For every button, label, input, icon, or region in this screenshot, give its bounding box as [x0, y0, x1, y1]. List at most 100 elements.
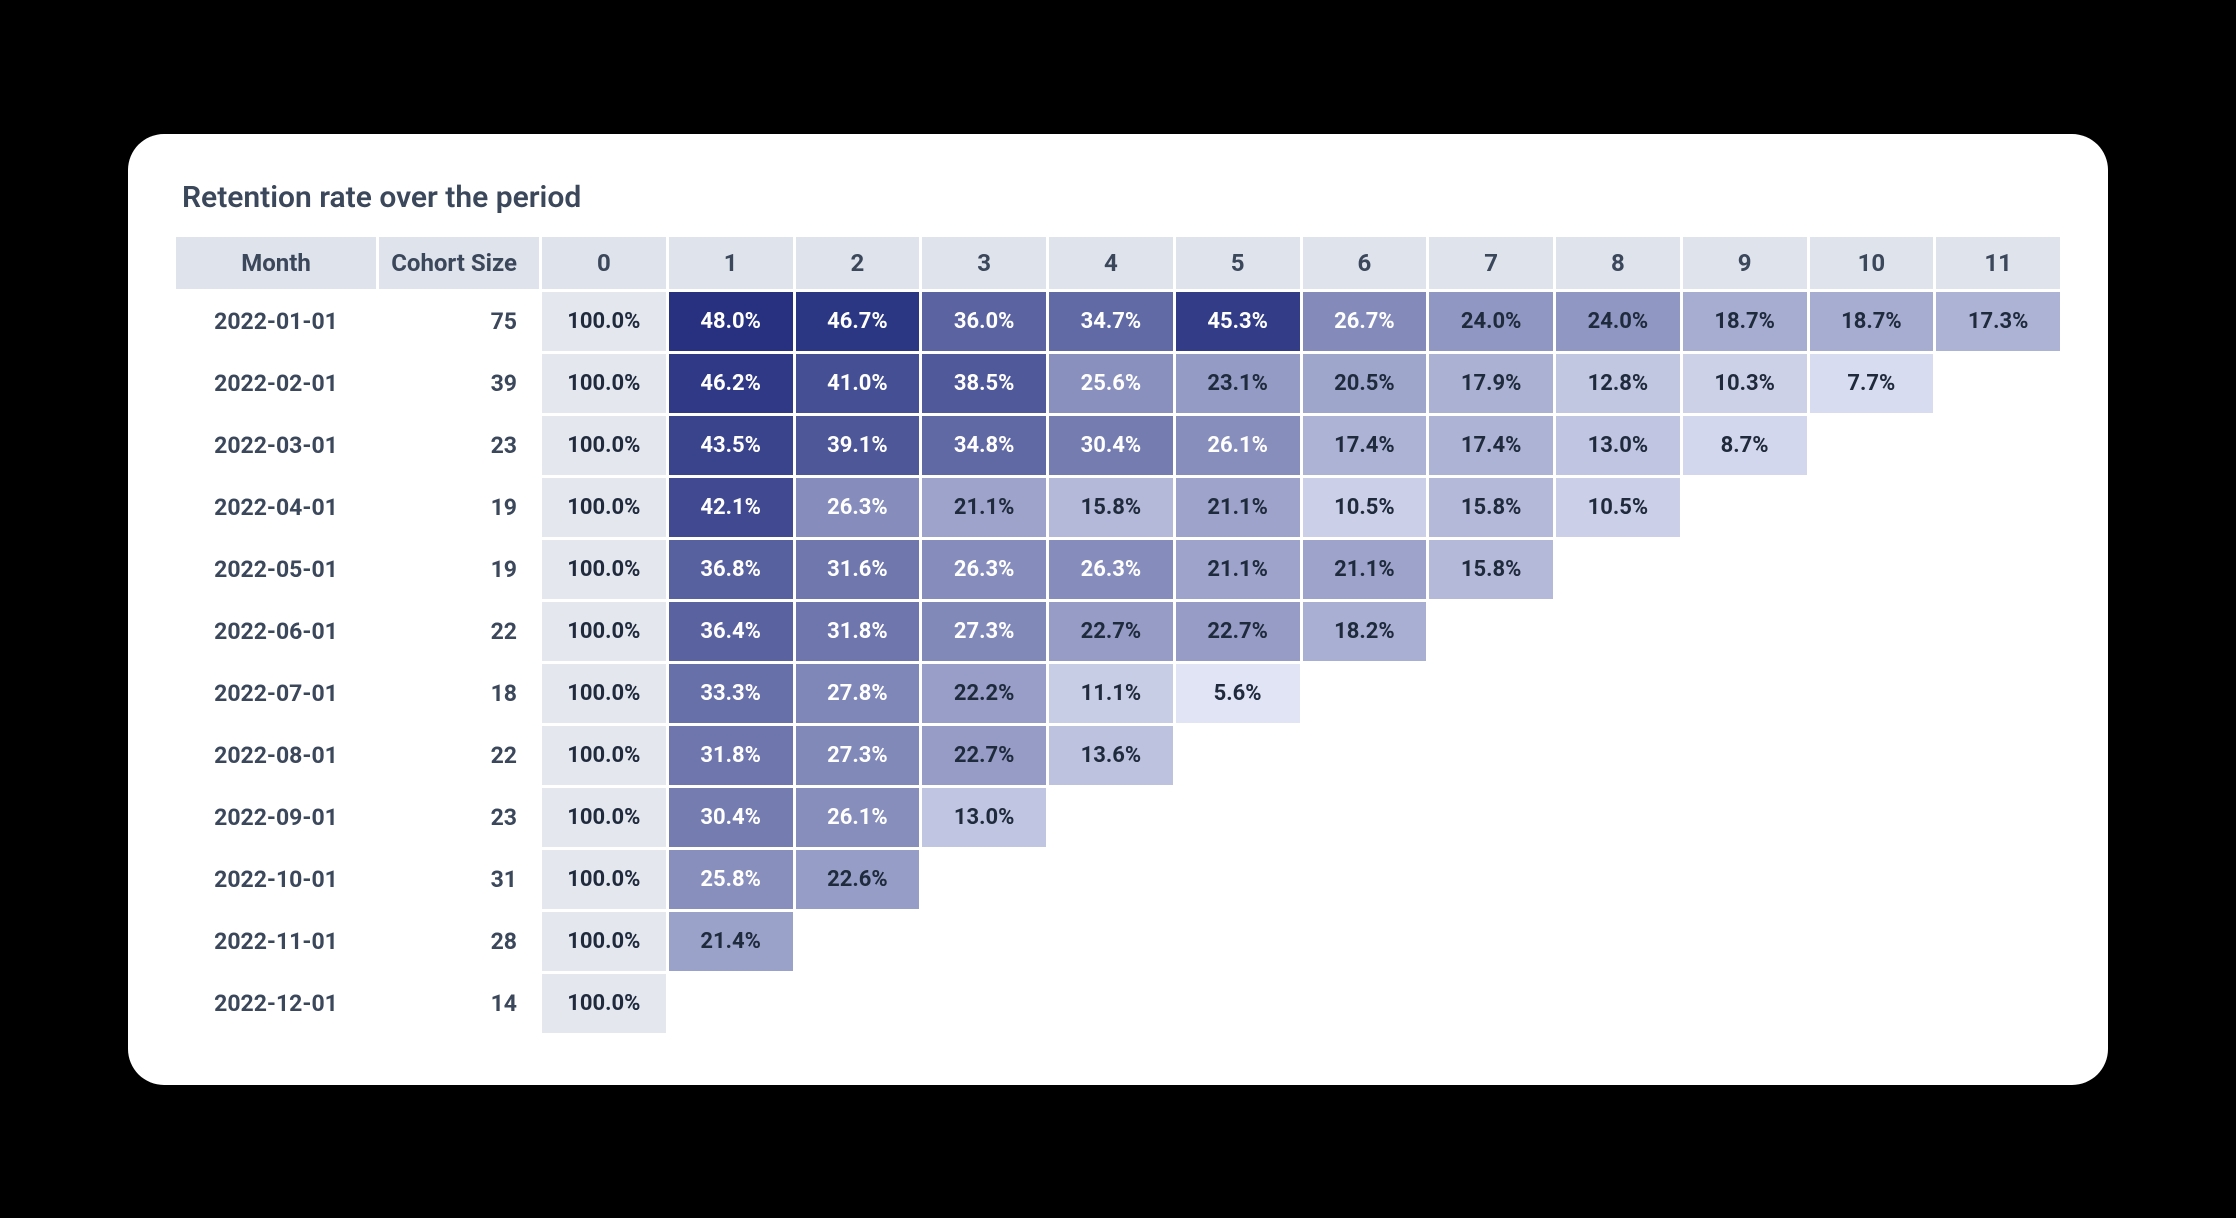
heatmap-cell: 18.7% [1810, 292, 1934, 351]
row-cohort-size: 22 [379, 726, 539, 785]
heatmap-cell: 100.0% [542, 912, 666, 971]
heatmap-cell: 18.7% [1683, 292, 1807, 351]
heatmap-cell: 17.4% [1303, 416, 1427, 475]
header-period-9: 9 [1683, 237, 1807, 289]
heatmap-cell: 100.0% [542, 416, 666, 475]
heatmap-cell: 13.0% [922, 788, 1046, 847]
heatmap-empty [1429, 726, 1553, 785]
header-period-10: 10 [1810, 237, 1934, 289]
retention-heatmap: MonthCohort Size012345678910112022-01-01… [176, 237, 2060, 1033]
row-month: 2022-06-01 [176, 602, 376, 661]
heatmap-empty [1810, 416, 1934, 475]
row-cohort-size: 31 [379, 850, 539, 909]
heatmap-empty [669, 974, 793, 1033]
heatmap-cell: 27.3% [796, 726, 920, 785]
row-month: 2022-11-01 [176, 912, 376, 971]
heatmap-empty [1683, 478, 1807, 537]
heatmap-cell: 100.0% [542, 974, 666, 1033]
row-cohort-size: 75 [379, 292, 539, 351]
heatmap-cell: 30.4% [1049, 416, 1173, 475]
header-period-11: 11 [1936, 237, 2060, 289]
heatmap-cell: 46.7% [796, 292, 920, 351]
heatmap-cell: 8.7% [1683, 416, 1807, 475]
heatmap-empty [1936, 478, 2060, 537]
heatmap-cell: 21.1% [922, 478, 1046, 537]
heatmap-cell: 24.0% [1429, 292, 1553, 351]
header-period-6: 6 [1303, 237, 1427, 289]
header-period-0: 0 [542, 237, 666, 289]
heatmap-empty [1936, 912, 2060, 971]
heatmap-empty [922, 850, 1046, 909]
heatmap-empty [1936, 416, 2060, 475]
heatmap-cell: 26.1% [796, 788, 920, 847]
heatmap-cell: 100.0% [542, 292, 666, 351]
heatmap-empty [1303, 726, 1427, 785]
heatmap-empty [1429, 912, 1553, 971]
row-month: 2022-12-01 [176, 974, 376, 1033]
heatmap-empty [796, 974, 920, 1033]
heatmap-cell: 26.3% [796, 478, 920, 537]
heatmap-cell: 10.3% [1683, 354, 1807, 413]
heatmap-cell: 21.1% [1176, 540, 1300, 599]
heatmap-cell: 34.7% [1049, 292, 1173, 351]
heatmap-cell: 12.8% [1556, 354, 1680, 413]
heatmap-cell: 21.1% [1303, 540, 1427, 599]
header-cohort-size: Cohort Size [379, 237, 539, 289]
heatmap-cell: 26.1% [1176, 416, 1300, 475]
heatmap-cell: 38.5% [922, 354, 1046, 413]
heatmap-cell: 24.0% [1556, 292, 1680, 351]
heatmap-empty [1810, 478, 1934, 537]
heatmap-empty [1683, 540, 1807, 599]
row-cohort-size: 18 [379, 664, 539, 723]
header-period-1: 1 [669, 237, 793, 289]
heatmap-empty [1176, 850, 1300, 909]
heatmap-empty [1936, 788, 2060, 847]
heatmap-empty [1810, 664, 1934, 723]
row-cohort-size: 19 [379, 540, 539, 599]
heatmap-empty [1556, 912, 1680, 971]
heatmap-cell: 100.0% [542, 850, 666, 909]
heatmap-empty [1049, 850, 1173, 909]
heatmap-empty [1683, 726, 1807, 785]
heatmap-empty [1810, 912, 1934, 971]
heatmap-empty [1810, 788, 1934, 847]
header-period-8: 8 [1556, 237, 1680, 289]
heatmap-empty [1303, 788, 1427, 847]
heatmap-cell: 15.8% [1049, 478, 1173, 537]
heatmap-cell: 17.9% [1429, 354, 1553, 413]
heatmap-cell: 7.7% [1810, 354, 1934, 413]
heatmap-cell: 36.0% [922, 292, 1046, 351]
header-month: Month [176, 237, 376, 289]
heatmap-cell: 100.0% [542, 726, 666, 785]
heatmap-cell: 26.3% [1049, 540, 1173, 599]
heatmap-empty [1683, 664, 1807, 723]
heatmap-cell: 30.4% [669, 788, 793, 847]
heatmap-empty [1429, 788, 1553, 847]
heatmap-cell: 13.6% [1049, 726, 1173, 785]
heatmap-empty [1810, 974, 1934, 1033]
heatmap-cell: 100.0% [542, 664, 666, 723]
heatmap-cell: 48.0% [669, 292, 793, 351]
heatmap-empty [1683, 974, 1807, 1033]
heatmap-empty [922, 974, 1046, 1033]
header-period-7: 7 [1429, 237, 1553, 289]
heatmap-cell: 36.8% [669, 540, 793, 599]
heatmap-cell: 21.4% [669, 912, 793, 971]
heatmap-cell: 100.0% [542, 478, 666, 537]
heatmap-empty [1810, 726, 1934, 785]
header-period-4: 4 [1049, 237, 1173, 289]
heatmap-empty [1303, 850, 1427, 909]
heatmap-cell: 23.1% [1176, 354, 1300, 413]
heatmap-cell: 17.3% [1936, 292, 2060, 351]
heatmap-cell: 39.1% [796, 416, 920, 475]
heatmap-empty [1936, 726, 2060, 785]
heatmap-empty [796, 912, 920, 971]
heatmap-cell: 17.4% [1429, 416, 1553, 475]
heatmap-cell: 46.2% [669, 354, 793, 413]
heatmap-cell: 27.3% [922, 602, 1046, 661]
row-month: 2022-03-01 [176, 416, 376, 475]
header-period-5: 5 [1176, 237, 1300, 289]
heatmap-cell: 43.5% [669, 416, 793, 475]
heatmap-cell: 22.7% [922, 726, 1046, 785]
heatmap-empty [1303, 664, 1427, 723]
